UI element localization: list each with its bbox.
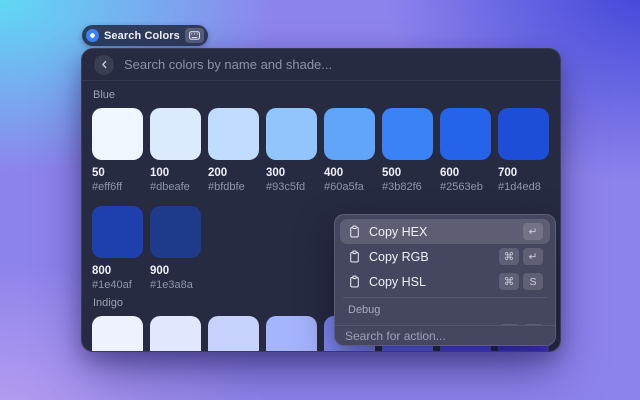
color-swatch[interactable] <box>266 316 317 352</box>
swatch-shade-label: 200 <box>208 167 259 179</box>
action-menu-item-label: Copy HEX <box>369 225 427 239</box>
action-search-input[interactable] <box>345 329 545 343</box>
color-swatch-cell[interactable]: 200 #bfdbfe <box>208 108 259 193</box>
swatch-hex-label: #1e40af <box>92 279 143 291</box>
search-bar <box>82 49 560 81</box>
shortcut-key: ↵ <box>523 248 543 265</box>
color-swatch[interactable] <box>150 108 201 160</box>
swatch-hex-label: #1d4ed8 <box>498 181 549 193</box>
search-input[interactable] <box>124 57 548 72</box>
action-menu-item[interactable]: Copy HEX ↵ <box>340 219 550 244</box>
swatch-shade-label: 100 <box>150 167 201 179</box>
swatch-shade-label: 800 <box>92 265 143 277</box>
shortcut-key: ⌘ <box>499 248 519 265</box>
action-menu-item-label: Copy HSL <box>369 275 426 289</box>
color-swatch-cell[interactable]: 500 #3b82f6 <box>382 108 433 193</box>
action-menu-item[interactable]: Copy RGB ⌘↵ <box>340 244 550 269</box>
color-swatch[interactable] <box>440 108 491 160</box>
swatch-shade-label: 300 <box>266 167 317 179</box>
swatch-hex-label: #eff6ff <box>92 181 143 193</box>
color-swatch-cell[interactable] <box>150 316 201 352</box>
color-swatch-cell[interactable]: 900 #1e3a8a <box>150 206 201 291</box>
swatch-shade-label: 600 <box>440 167 491 179</box>
color-swatch[interactable] <box>208 316 259 352</box>
clipboard-icon <box>347 250 361 263</box>
menu-divider <box>343 297 547 298</box>
swatch-hex-label: #93c5fd <box>266 181 317 193</box>
swatch-shade-label: 50 <box>92 167 143 179</box>
swatch-shade-label: 700 <box>498 167 549 179</box>
shortcut-key: ↵ <box>523 223 543 240</box>
color-swatch[interactable] <box>208 108 259 160</box>
swatch-shade-label: 900 <box>150 265 201 277</box>
color-swatch-cell[interactable]: 300 #93c5fd <box>266 108 317 193</box>
action-panel-footer <box>335 325 555 345</box>
color-swatch[interactable] <box>92 316 143 352</box>
color-swatch-cell[interactable] <box>92 316 143 352</box>
menu-section-label: Debug <box>340 301 550 320</box>
color-swatch[interactable] <box>266 108 317 160</box>
shortcut-key: ⌘ <box>499 273 519 290</box>
swatch-hex-label: #60a5fa <box>324 181 375 193</box>
clipboard-icon <box>347 275 361 288</box>
color-swatch[interactable] <box>150 316 201 352</box>
action-panel: Copy HEX ↵ Copy RGB ⌘↵ Copy HSL ⌘S Debug <box>334 214 556 346</box>
color-swatch[interactable] <box>382 108 433 160</box>
command-chip-label: Search Colors <box>104 30 180 42</box>
chevron-left-icon <box>99 59 110 70</box>
desktop-background: Search Colors Blue 50 #eff6ff <box>0 0 640 400</box>
back-button[interactable] <box>94 55 114 75</box>
swatch-hex-label: #dbeafe <box>150 181 201 193</box>
color-swatch-cell[interactable]: 100 #dbeafe <box>150 108 201 193</box>
shortcut-keys: ⌘↵ <box>499 248 543 265</box>
action-menu-item-label: Copy RGB <box>369 250 429 264</box>
color-swatch-cell[interactable] <box>208 316 259 352</box>
keyboard-icon <box>185 28 204 43</box>
command-chip[interactable]: Search Colors <box>82 25 208 46</box>
color-swatch-cell[interactable]: 50 #eff6ff <box>92 108 143 193</box>
swatch-hex-label: #bfdbfe <box>208 181 259 193</box>
color-swatch[interactable] <box>92 206 143 258</box>
raycast-window: Blue 50 #eff6ff 100 #dbeafe 200 #bfdbfe … <box>81 48 561 352</box>
color-swatch-cell[interactable] <box>266 316 317 352</box>
color-swatch-cell[interactable]: 400 #60a5fa <box>324 108 375 193</box>
swatch-hex-label: #3b82f6 <box>382 181 433 193</box>
color-swatch[interactable] <box>150 206 201 258</box>
extension-icon <box>86 29 99 42</box>
clipboard-icon <box>347 225 361 238</box>
color-swatch[interactable] <box>498 108 549 160</box>
shortcut-keys: ⌘S <box>499 273 543 290</box>
color-swatch-cell[interactable]: 600 #2563eb <box>440 108 491 193</box>
swatch-hex-label: #1e3a8a <box>150 279 201 291</box>
swatch-hex-label: #2563eb <box>440 181 491 193</box>
color-swatch[interactable] <box>92 108 143 160</box>
color-swatch[interactable] <box>324 108 375 160</box>
shortcut-keys: ↵ <box>523 223 543 240</box>
shortcut-key: S <box>523 273 543 290</box>
action-menu-item[interactable]: Copy HSL ⌘S <box>340 269 550 294</box>
color-swatch-cell[interactable]: 800 #1e40af <box>92 206 143 291</box>
swatch-shade-label: 500 <box>382 167 433 179</box>
section-label: Blue <box>93 89 549 101</box>
color-swatch-cell[interactable]: 700 #1d4ed8 <box>498 108 549 193</box>
swatch-shade-label: 400 <box>324 167 375 179</box>
